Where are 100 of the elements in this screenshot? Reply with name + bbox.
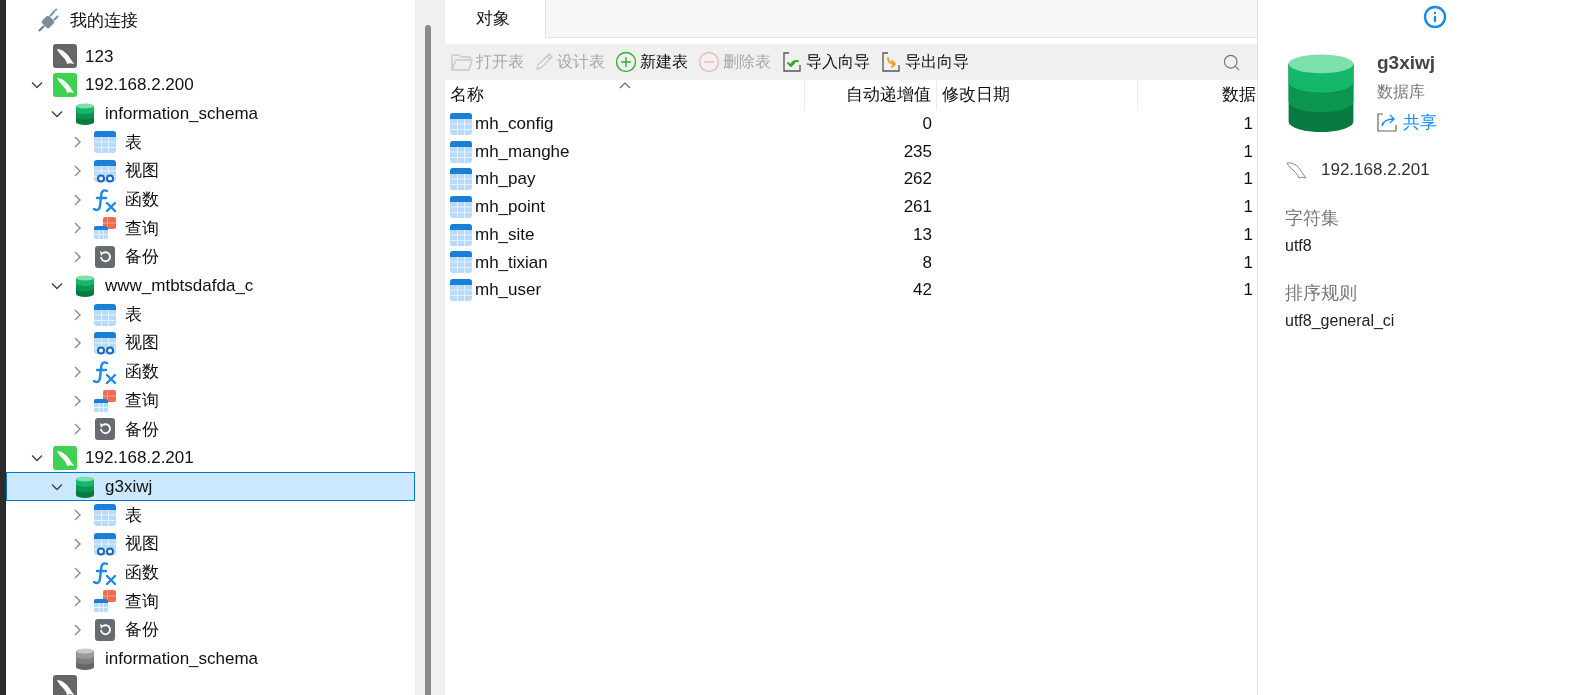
- table-cell-text: 1: [1243, 168, 1253, 191]
- table-cell-text: mh_point: [475, 196, 545, 219]
- table-cell-text: 1: [1243, 279, 1253, 302]
- tree-item-label: 视图: [125, 533, 159, 556]
- tree-item-label: 备份: [125, 418, 159, 441]
- tree-item[interactable]: g3xiwj: [6, 472, 415, 501]
- tree-item[interactable]: 视图: [6, 328, 415, 358]
- tree-item[interactable]: 视图: [6, 529, 415, 559]
- import-icon: [781, 51, 803, 73]
- tree-item[interactable]: 表: [6, 300, 415, 329]
- database-icon: [75, 475, 95, 498]
- tree-item[interactable]: 备份: [6, 615, 415, 645]
- table-cell-text: 8: [922, 251, 932, 274]
- tree-item[interactable]: 函数: [6, 185, 415, 215]
- tree-item[interactable]: 查询: [6, 386, 415, 415]
- table-icon: [449, 194, 473, 219]
- table-cell-text: 1: [1243, 113, 1253, 136]
- tree-item-label: information_schema: [105, 648, 259, 671]
- tree-item-label: 备份: [125, 246, 159, 269]
- tree-item-label: 函数: [125, 189, 159, 212]
- table-icon: [449, 222, 473, 247]
- backup-icon: [93, 245, 117, 270]
- column-header[interactable]: 名称: [445, 80, 805, 110]
- tree-item-label: www_mtbtsdafda_c: [105, 275, 254, 298]
- function-icon: [93, 560, 117, 585]
- database-name: g3xiwj: [1377, 51, 1437, 75]
- connection-address: 192.168.2.201: [1321, 159, 1430, 181]
- table-cell-text: 262: [903, 168, 932, 191]
- column-header[interactable]: 自动递增值: [805, 80, 937, 110]
- tree-item-label: 查询: [125, 389, 159, 412]
- database-icon: [75, 102, 95, 125]
- property-value: utf8: [1285, 235, 1313, 256]
- tree-item-label: 视图: [125, 160, 159, 183]
- tree-item[interactable]: 表: [6, 128, 415, 157]
- column-header[interactable]: 修改日期: [937, 80, 1138, 110]
- backup-icon: [93, 417, 117, 442]
- property-label: 排序规则: [1285, 281, 1358, 305]
- table-cell-text: 1: [1243, 223, 1253, 246]
- plus-circle-icon: [615, 51, 637, 73]
- tree-item[interactable]: 视图: [6, 156, 415, 186]
- share-icon: [1377, 112, 1397, 133]
- property-value: utf8_general_ci: [1285, 310, 1396, 331]
- tree-item[interactable]: 备份: [6, 242, 415, 272]
- tree-item[interactable]: 函数: [6, 357, 415, 387]
- info-icon[interactable]: [1423, 5, 1447, 29]
- tree-item-label: g3xiwj: [105, 475, 153, 498]
- table-cell-text: 1: [1243, 196, 1253, 219]
- tree-item[interactable]: 192.168.2.200: [6, 70, 415, 100]
- scrollbar-thumb[interactable]: [425, 25, 431, 695]
- tree-item[interactable]: 表: [6, 501, 415, 530]
- toolbar-button[interactable]: 新建表: [615, 50, 688, 74]
- tree-item-label: 表: [125, 131, 142, 154]
- backup-icon: [93, 618, 117, 643]
- tree-item-label: 表: [125, 303, 142, 326]
- toolbar-button[interactable]: 导出向导: [880, 50, 969, 74]
- table-cell-text: 0: [922, 113, 932, 136]
- tree-item-label: 备份: [125, 619, 159, 642]
- plug-icon: [36, 8, 62, 34]
- tree-item[interactable]: www_mtbtsdafda_c: [6, 271, 415, 301]
- tree-item[interactable]: 函数: [6, 558, 415, 588]
- table-icon: [93, 302, 117, 327]
- database-icon: [75, 274, 95, 297]
- folder-icon: [451, 52, 473, 72]
- tree-item[interactable]: 192.168.2.201: [6, 443, 415, 473]
- tab[interactable]: 对象: [445, 0, 546, 38]
- table-icon: [449, 139, 473, 164]
- table-icon: [449, 167, 473, 192]
- column-header[interactable]: 数据: [1138, 80, 1257, 110]
- tree-item[interactable]: information_schema: [6, 644, 415, 674]
- property-label: 字符集: [1285, 206, 1340, 230]
- table-cell-text: mh_tixian: [475, 251, 548, 274]
- tree-item[interactable]: 备份: [6, 414, 415, 444]
- search-icon[interactable]: [1222, 52, 1241, 72]
- tree-item-label: 表: [125, 504, 142, 527]
- function-icon: [93, 187, 117, 212]
- tree-item[interactable]: information_schema: [6, 99, 415, 129]
- table-cell-text: 13: [913, 223, 932, 246]
- table-icon: [449, 277, 473, 302]
- view-icon: [93, 331, 117, 356]
- database-icon: [75, 647, 95, 670]
- pencil-icon: [534, 52, 554, 72]
- tree-item-label: 查询: [125, 217, 159, 240]
- toolbar-button[interactable]: 导入向导: [781, 50, 870, 74]
- table-cell-text: mh_pay: [475, 168, 536, 191]
- tree-item[interactable]: 123: [6, 42, 415, 71]
- tree-item-label: 192.168.2.201: [85, 447, 194, 470]
- database-type: 数据库: [1377, 81, 1426, 102]
- table-cell-text: 1: [1243, 251, 1253, 274]
- tree-item[interactable]: 查询: [6, 214, 415, 243]
- tree-item[interactable]: 查询: [6, 587, 415, 616]
- view-icon: [93, 532, 117, 557]
- minus-circle-icon: [698, 51, 720, 73]
- table-cell-text: 261: [903, 196, 932, 219]
- table-cell-text: mh_config: [475, 113, 554, 136]
- table-cell-text: 42: [913, 279, 932, 302]
- table-cell-text: mh_site: [475, 223, 535, 246]
- tree-item-label: 视图: [125, 332, 159, 355]
- function-icon: [93, 359, 117, 384]
- query-icon: [93, 589, 117, 614]
- table-cell-text: mh_user: [475, 279, 542, 302]
